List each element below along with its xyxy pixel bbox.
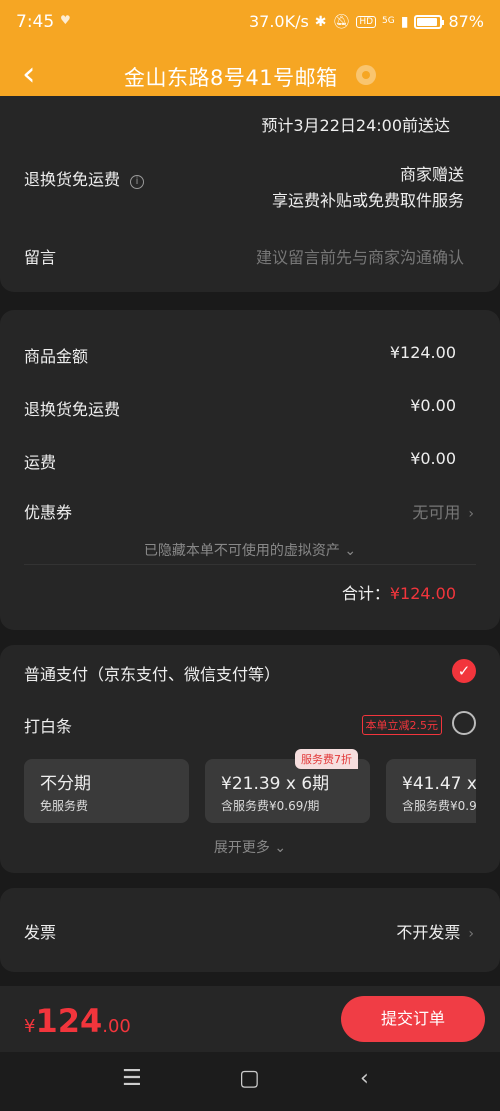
bottom-bar: ¥124.00 提交订单 <box>0 986 500 1052</box>
mute-icon: 🔕︎ <box>332 13 351 30</box>
submit-order-button[interactable]: 提交订单 <box>341 996 485 1042</box>
nav-bar: ‹ 金山东路8号41号邮箱 <box>0 50 500 102</box>
goods-amount-row: 商品金额 ¥124.00 <box>24 343 456 367</box>
shipping-row: 运费 ¥0.00 <box>24 449 456 473</box>
chevron-down-icon: ⌄ <box>274 840 287 856</box>
location-pin-icon[interactable] <box>356 65 376 85</box>
plan-title: 不分期 <box>40 774 91 794</box>
battery-percent: 87% <box>448 12 484 31</box>
info-icon[interactable]: i <box>130 175 145 189</box>
payment-card: 普通支付（京东支付、微信支付等） ✓ 打白条 本单立减2.5元 不分期 免服务费… <box>0 645 500 873</box>
note-label: 留言 <box>24 248 57 267</box>
return-shipping-label: 退换货免运费 <box>24 170 121 189</box>
hd-icon: HD <box>356 15 377 28</box>
normal-payment-row[interactable]: 普通支付（京东支付、微信支付等） <box>24 661 464 685</box>
coupon-value-text: 无可用 <box>412 503 461 522</box>
shipping-value: ¥0.00 <box>410 449 456 468</box>
plan-badge: 服务费7折 <box>295 749 358 769</box>
expand-more-text: 展开更多 <box>213 840 270 856</box>
return-shipping-row: 退换货免运费 i 商家赠送 享运费补贴或免费取件服务 <box>24 165 464 210</box>
plan-subtitle: 含服务费¥0.9 <box>402 799 476 813</box>
note-input[interactable]: 建议留言前先与商家沟通确认 <box>256 244 464 268</box>
chevron-down-icon: ⌄ <box>344 543 357 559</box>
plan-subtitle: 含服务费¥0.69/期 <box>221 799 320 813</box>
baitiao-label: 打白条 <box>24 717 73 736</box>
delivery-estimate: 预计3月22日24:00前送达 <box>261 116 450 135</box>
invoice-value-text: 不开发票 <box>396 923 461 942</box>
status-bar: 7:45 ♥ 37.0K/s ✱ 🔕︎ HD 5G ▮ 87% <box>0 0 500 44</box>
status-time: 7:45 <box>16 12 55 32</box>
hidden-assets-toggle[interactable]: 已隐藏本单不可使用的虚拟资产 ⌄ <box>0 540 500 560</box>
header-bar: 7:45 ♥ 37.0K/s ✱ 🔕︎ HD 5G ▮ 87% ‹ 金山东路8号… <box>0 0 500 106</box>
return-fee-label: 退换货免运费 <box>24 400 121 419</box>
shipping-label: 运费 <box>24 453 57 472</box>
hidden-assets-text: 已隐藏本单不可使用的虚拟资产 <box>143 543 340 559</box>
invoice-label: 发票 <box>24 923 57 942</box>
order-total: ¥124.00 <box>24 1002 131 1040</box>
bluetooth-icon: ✱ <box>314 13 327 30</box>
battery-icon <box>414 14 445 29</box>
invoice-row[interactable]: 发票 不开发票 › <box>24 919 474 943</box>
plan-title: ¥41.47 x 3期 <box>402 774 476 794</box>
goods-amount-value: ¥124.00 <box>389 343 456 362</box>
address-title[interactable]: 金山东路8号41号邮箱 <box>124 62 338 92</box>
coupon-label: 优惠券 <box>24 503 73 522</box>
system-nav-bar: ☰ ▢ ‹ <box>0 1052 500 1111</box>
amount-integer: 124 <box>35 1002 103 1040</box>
return-fee-row: 退换货免运费 ¥0.00 <box>24 396 456 420</box>
network-speed: 37.0K/s <box>248 12 309 31</box>
return-fee-value: ¥0.00 <box>410 396 456 415</box>
menu-icon[interactable]: ☰ <box>122 1066 142 1091</box>
signal-icon: ▮ <box>400 13 409 30</box>
plan-title: ¥21.39 x 6期 <box>221 774 330 794</box>
back-icon[interactable]: ‹ <box>22 54 36 94</box>
expand-more-toggle[interactable]: 展开更多 ⌄ <box>0 837 500 857</box>
home-icon[interactable]: ▢ <box>239 1066 260 1091</box>
delivery-card: 预计3月22日24:00前送达 退换货免运费 i 商家赠送 享运费补贴或免费取件服… <box>0 96 500 292</box>
total-label: 合计： <box>341 584 390 603</box>
divider <box>24 564 476 565</box>
back-nav-icon[interactable]: ‹ <box>360 1066 369 1091</box>
normal-payment-label: 普通支付（京东支付、微信支付等） <box>24 665 281 684</box>
note-row[interactable]: 留言 建议留言前先与商家沟通确认 <box>24 244 464 268</box>
invoice-card: 发票 不开发票 › <box>0 888 500 972</box>
chevron-right-icon: › <box>468 506 474 522</box>
currency-symbol: ¥ <box>24 1016 36 1037</box>
status-icons: 37.0K/s ✱ 🔕︎ HD 5G ▮ 87% <box>249 12 484 31</box>
return-shipping-value-line1: 商家赠送 <box>399 165 464 184</box>
return-shipping-value-line2: 享运费补贴或免费取件服务 <box>271 191 464 210</box>
coupon-value: 无可用 › <box>412 499 474 523</box>
total: 合计：¥124.00 <box>342 580 456 604</box>
invoice-value: 不开发票 › <box>396 919 474 943</box>
goods-amount-label: 商品金额 <box>24 347 89 366</box>
price-card: 商品金额 ¥124.00 退换货免运费 ¥0.00 运费 ¥0.00 优惠券 无… <box>0 310 500 630</box>
plan-option[interactable]: ¥41.47 x 3期 含服务费¥0.9 <box>386 759 476 823</box>
coupon-row[interactable]: 优惠券 无可用 › <box>24 499 474 523</box>
chevron-right-icon: › <box>468 926 474 942</box>
notification-dot-icon: ♥ <box>60 13 71 27</box>
return-shipping-value: 商家赠送 享运费补贴或免费取件服务 <box>272 162 464 214</box>
total-value: ¥124.00 <box>389 584 456 603</box>
plan-subtitle: 免服务费 <box>40 799 89 813</box>
plan-option[interactable]: 不分期 免服务费 <box>24 759 189 823</box>
signal-5g-icon: 5G <box>382 16 395 26</box>
discount-badge: 本单立减2.5元 <box>361 715 442 735</box>
checkmark-icon[interactable]: ✓ <box>452 659 476 683</box>
installment-plans: 不分期 免服务费 ¥21.39 x 6期 含服务费¥0.69/期 ¥41.47 … <box>24 759 476 823</box>
amount-decimal: .00 <box>102 1016 131 1037</box>
baitiao-radio[interactable] <box>452 711 476 735</box>
